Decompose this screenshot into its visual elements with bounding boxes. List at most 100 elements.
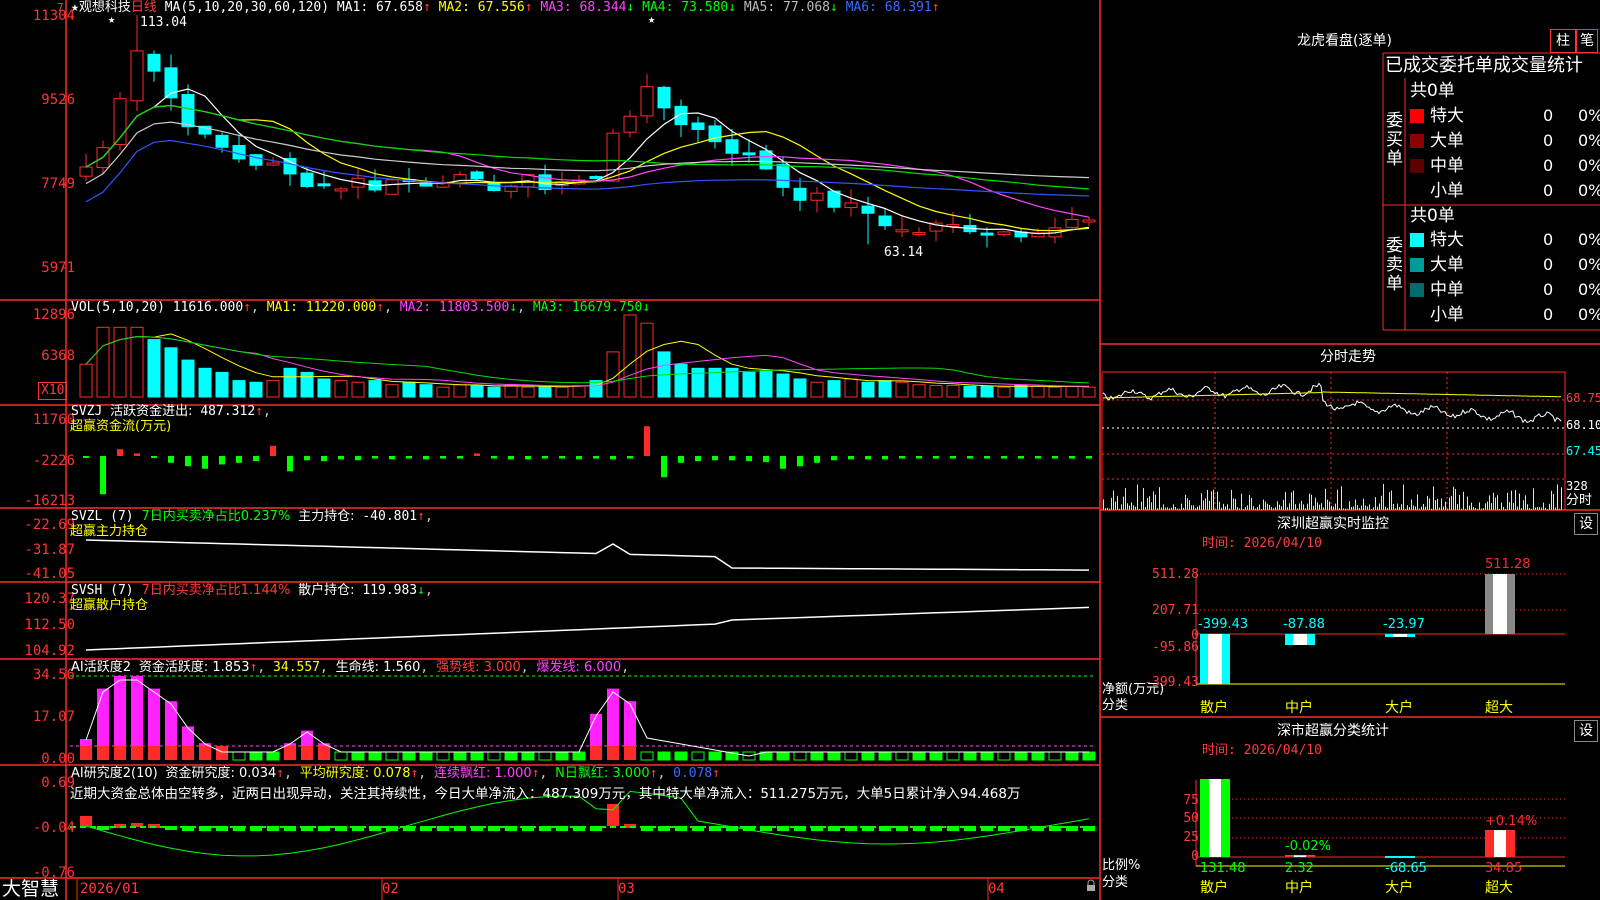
ai-research-arrow3: ↑ bbox=[531, 766, 540, 781]
volume-bar bbox=[776, 373, 790, 398]
vol-ma20-line bbox=[85, 335, 1090, 384]
monitor-settings-button[interactable]: 设 bbox=[1574, 513, 1598, 535]
candle bbox=[980, 227, 994, 248]
svzl-name: SVZL (7) bbox=[71, 509, 134, 524]
intraday-volume-bar bbox=[1545, 507, 1546, 510]
tick-mode-button[interactable]: 笔 bbox=[1576, 29, 1598, 53]
main-canvas[interactable] bbox=[0, 0, 1600, 900]
color-swatch bbox=[1410, 109, 1424, 123]
volume-bar bbox=[385, 384, 399, 398]
fund-flow-bar bbox=[916, 456, 922, 459]
candle bbox=[997, 230, 1011, 237]
activity-bar bbox=[419, 751, 433, 761]
price-axis-label: 11304 bbox=[32, 8, 75, 24]
volume-bar bbox=[1031, 385, 1045, 398]
intraday-volume-bar bbox=[1481, 508, 1482, 510]
ma2-value: MA2: 67.556 bbox=[438, 0, 525, 15]
intraday-volume-bar bbox=[1255, 508, 1256, 510]
period-label[interactable]: 日线 bbox=[131, 0, 157, 15]
order-count: 0 bbox=[1543, 305, 1554, 324]
bar-mode-button[interactable]: 柱 bbox=[1550, 29, 1576, 53]
intraday-volume-bar bbox=[1403, 484, 1404, 510]
volume-bar bbox=[504, 385, 518, 398]
volume-bar bbox=[351, 381, 365, 398]
activity-bar bbox=[538, 751, 552, 761]
intraday-volume-bar bbox=[1207, 489, 1208, 510]
intraday-volume-bar bbox=[1247, 505, 1248, 510]
activity-base bbox=[590, 746, 602, 760]
fund-flow-bar bbox=[100, 456, 106, 495]
fund-flow-bar bbox=[1001, 456, 1007, 459]
intraday-volume-bar bbox=[1269, 505, 1270, 510]
order-row: 特大 bbox=[1410, 230, 1464, 250]
intraday-volume-bar bbox=[1297, 508, 1298, 510]
intraday-volume-bar bbox=[1109, 508, 1110, 510]
intraday-volume-bar bbox=[1141, 501, 1142, 510]
activity-bar bbox=[555, 751, 569, 761]
svzl-label: 主力持仓: bbox=[298, 509, 355, 524]
order-count: 0 bbox=[1543, 106, 1554, 125]
volume-bar bbox=[181, 359, 195, 398]
intraday-volume-bar bbox=[1175, 506, 1176, 510]
fund-flow-bar bbox=[253, 456, 259, 462]
intraday-volume-bar bbox=[1375, 497, 1376, 510]
intraday-volume-bar bbox=[1113, 490, 1114, 510]
fund-flow-bar bbox=[746, 456, 752, 462]
intraday-volume-bar bbox=[1273, 508, 1274, 510]
intraday-volume-bar bbox=[1323, 507, 1324, 510]
stock-name[interactable]: 观想科技 bbox=[79, 0, 131, 15]
intraday-volume-bar bbox=[1535, 507, 1536, 510]
ai-activity-axis-label: 0.00 bbox=[41, 751, 75, 767]
intraday-volume-bar bbox=[1519, 493, 1520, 510]
intraday-volume-bar bbox=[1451, 495, 1452, 510]
candle bbox=[793, 177, 807, 212]
volume-bar bbox=[759, 370, 773, 398]
volume-bar bbox=[538, 385, 552, 398]
activity-bar bbox=[402, 751, 416, 761]
activity-bar bbox=[368, 751, 382, 761]
fund-flow-bar bbox=[134, 453, 140, 456]
svzl-value: -40.801 bbox=[362, 509, 418, 524]
activity-bar bbox=[929, 751, 943, 761]
volume-bar bbox=[674, 363, 688, 398]
lock-icon[interactable] bbox=[1087, 879, 1095, 891]
intraday-volume-bar bbox=[1129, 505, 1130, 510]
svzj-label: 活跃资金进出: bbox=[110, 404, 193, 419]
order-percent: 0% bbox=[1578, 230, 1600, 249]
fund-flow-bar bbox=[814, 456, 820, 463]
intraday-volume-bar bbox=[1531, 508, 1532, 510]
intraday-volume-bar bbox=[1517, 506, 1518, 510]
intraday-volume-bar bbox=[1123, 496, 1124, 510]
ai-activity-strong: 强势线: 3.000 bbox=[436, 660, 521, 675]
activity-bar bbox=[878, 751, 892, 761]
intraday-volume-bar bbox=[1439, 507, 1440, 510]
fund-flow-bar bbox=[882, 456, 888, 460]
color-swatch bbox=[1410, 258, 1424, 272]
intraday-volume-bar bbox=[1399, 507, 1400, 510]
order-row: 小单 bbox=[1410, 305, 1464, 325]
intraday-volume-bar bbox=[1453, 486, 1454, 510]
intraday-volume-bar bbox=[1385, 506, 1386, 510]
intraday-volume-bar bbox=[1459, 494, 1460, 510]
order-percent: 0% bbox=[1578, 181, 1600, 200]
intraday-volume-bar bbox=[1537, 506, 1538, 510]
intraday-volume-bar bbox=[1549, 503, 1550, 510]
intraday-volume-bar bbox=[1417, 494, 1418, 510]
classify-settings-button[interactable]: 设 bbox=[1574, 720, 1598, 742]
volume-bar bbox=[1082, 386, 1096, 398]
intraday-volume-bar bbox=[1401, 504, 1402, 510]
intraday-volume-bar bbox=[1147, 497, 1148, 510]
fund-flow-bar bbox=[185, 456, 191, 467]
candle bbox=[895, 216, 909, 238]
classify-bar bbox=[1485, 830, 1515, 857]
intraday-price-line bbox=[1102, 382, 1562, 424]
intraday-volume-bar bbox=[1421, 506, 1422, 510]
intraday-volume-bar bbox=[1527, 504, 1528, 510]
monitor-category: 大户 bbox=[1385, 700, 1413, 716]
candle bbox=[283, 152, 297, 186]
candle bbox=[385, 178, 399, 195]
intraday-volume-bar bbox=[1487, 501, 1488, 510]
fund-flow-bar bbox=[1069, 456, 1075, 459]
vol-unit-badge[interactable]: X10 bbox=[38, 382, 68, 400]
intraday-volume-bar bbox=[1137, 484, 1138, 510]
